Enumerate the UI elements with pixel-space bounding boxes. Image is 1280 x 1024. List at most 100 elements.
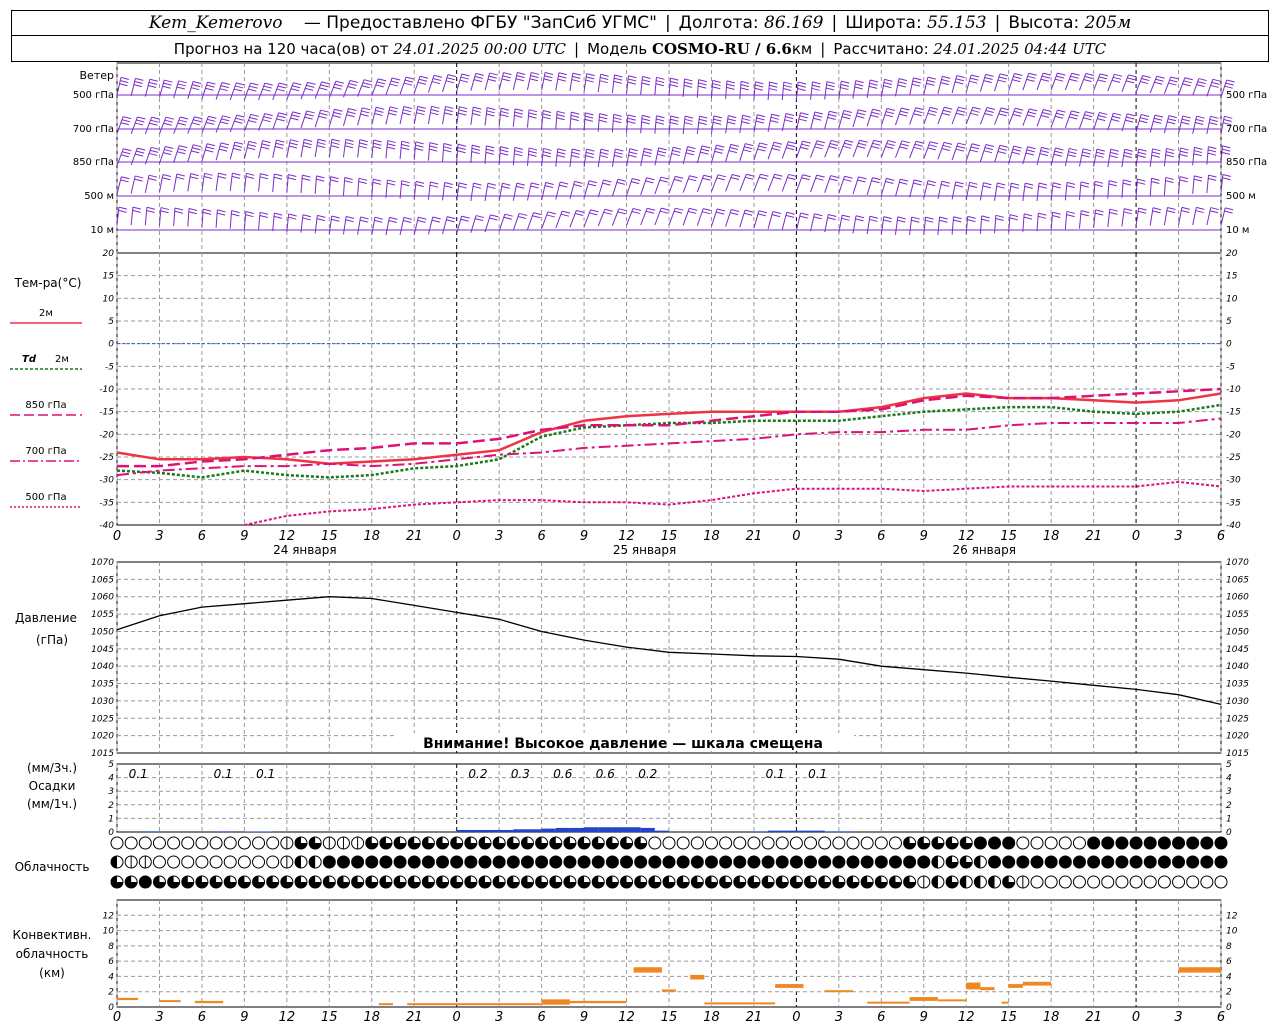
wind-barb-flag (259, 176, 269, 180)
conv-bar (775, 984, 804, 988)
wind-barb (130, 206, 142, 226)
wind-barb-flag (250, 82, 259, 86)
wind-barb-flag (957, 109, 966, 113)
y-tick-label-left: 1065 (91, 575, 114, 585)
wind-barb-flag (148, 81, 158, 85)
wind-barb-flag (997, 151, 1007, 154)
wind-barb-flag (248, 88, 257, 92)
y-tick-label-left: 6 (108, 957, 114, 967)
wind-barb-flag (192, 147, 201, 151)
precip-label: 0.2 (468, 767, 487, 781)
cloud-symbol (1129, 836, 1143, 850)
wind-barb (484, 72, 498, 91)
wind-barb-flag (377, 78, 387, 82)
wind-barb-staff (569, 210, 577, 228)
wind-barb-flag (742, 114, 751, 118)
wind-barb-flag (191, 150, 200, 154)
wind-barb-staff (710, 80, 714, 99)
cloud-symbol (478, 855, 492, 869)
wind-barb-flag (190, 173, 199, 177)
wind-barb-flag (683, 84, 693, 88)
wind-barb (272, 212, 283, 232)
cloud-symbol (648, 875, 662, 889)
hour-tick-label-bottom: 18 (1043, 1010, 1060, 1024)
wind-barb-flag (118, 206, 128, 210)
wind-barb (1149, 207, 1162, 226)
wind-barb-flag (359, 142, 368, 146)
pressure-unit: (гПа) (36, 633, 68, 647)
wind-barb-staff (1178, 207, 1183, 226)
cloud-circle (1087, 855, 1101, 869)
wind-barb-flag (726, 83, 735, 87)
wind-barb-staff (215, 142, 222, 161)
wind-barb-flag (260, 173, 269, 177)
wind-barb-flag (206, 84, 215, 88)
wind-barb-flag (656, 115, 665, 119)
wind-barb (1135, 178, 1146, 198)
wind-barb-flag (542, 109, 552, 113)
hour-tick-label-bottom: 0 (453, 1010, 461, 1024)
cloud-symbol (648, 836, 662, 850)
wind-barb-flag (514, 146, 523, 150)
wind-barb-staff (173, 207, 176, 226)
wind-barb-flag (1057, 72, 1066, 76)
wind-barb-flag (208, 115, 217, 119)
cloud-symbol (237, 855, 251, 869)
wind-barb-staff (470, 107, 474, 125)
wind-barb (258, 82, 273, 101)
wind-barb-flag (802, 174, 811, 178)
wind-barb-flag (655, 83, 664, 87)
wind-barb-flag (742, 117, 751, 121)
cloud-circle (252, 855, 266, 869)
wind-barb (894, 140, 911, 158)
wind-barb-flag (1179, 179, 1188, 183)
wind-barb-flag (176, 86, 185, 90)
wind-barb (1178, 77, 1193, 95)
wind-barb-flag (1026, 78, 1035, 82)
wind-barb-flag (1122, 182, 1132, 186)
wind-barb (654, 76, 665, 96)
wind-barb-staff (668, 176, 676, 194)
wind-barb-staff (272, 173, 275, 192)
wind-barb-flag (844, 175, 853, 179)
wind-barb-staff (201, 143, 208, 162)
wind-barb-flag (162, 177, 171, 181)
wind-barb-staff (923, 76, 929, 95)
wind-barb-flag (759, 176, 768, 180)
cloud-symbol (690, 855, 704, 869)
wind-barb-staff (470, 73, 477, 91)
precip-bar (612, 827, 627, 832)
wind-barb-flag (703, 174, 712, 178)
y-tick-label-right: 5 (1226, 760, 1232, 770)
wind-barb-flag (556, 117, 565, 121)
wind-barb-flag (348, 83, 357, 86)
wind-barb-flag (1080, 184, 1089, 188)
wind-barb (442, 181, 453, 201)
cloud-circle (917, 855, 931, 869)
cloud-circle (138, 875, 152, 889)
wind-barb-flag (178, 80, 187, 84)
wind-barb-staff (994, 107, 1002, 125)
wind-barb (187, 116, 203, 134)
wind-barb (470, 144, 481, 164)
cloud-circle (577, 855, 591, 869)
wind-barb-staff (611, 179, 619, 197)
wind-barb-staff (781, 212, 788, 230)
wind-barb-staff (272, 82, 280, 101)
wind-barb-flag (543, 78, 552, 82)
cloud-circle (804, 855, 818, 869)
cloud-symbol (1087, 875, 1101, 889)
wind-barb-staff (1206, 79, 1214, 97)
wind-barb-flag (840, 83, 849, 87)
wind-barb-flag (983, 150, 993, 154)
cloud-circle (719, 855, 733, 869)
wind-barb-staff (923, 107, 931, 125)
wind-barb (1163, 176, 1174, 196)
wind-barb-staff (894, 78, 900, 97)
wind-barb-flag (1179, 150, 1189, 154)
wind-barb-flag (700, 151, 709, 155)
cloud-symbol (1172, 875, 1186, 889)
wind-barb-flag (925, 216, 934, 220)
wind-barb-staff (1178, 176, 1181, 195)
wind-barb-staff (1192, 207, 1197, 226)
